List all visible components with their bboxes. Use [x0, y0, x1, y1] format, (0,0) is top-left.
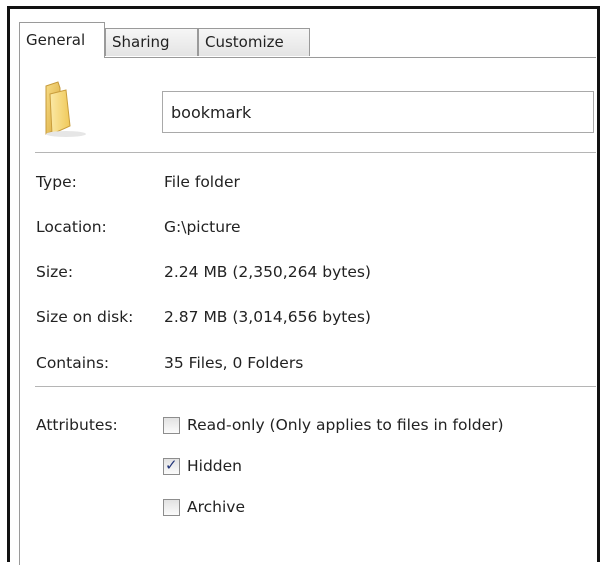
size-on-disk-value: 2.87 MB (3,014,656 bytes)	[164, 308, 371, 326]
archive-checkbox[interactable]: Archive	[163, 496, 245, 518]
checkbox-box[interactable]: ✓	[163, 455, 180, 475]
folder-name-input[interactable]	[162, 91, 594, 133]
contains-value: 35 Files, 0 Folders	[164, 354, 304, 372]
contains-label: Contains:	[36, 354, 110, 372]
archive-label: Archive	[187, 498, 245, 516]
read-only-checkbox[interactable]: Read-only (Only applies to files in fold…	[163, 414, 504, 436]
read-only-label: Read-only (Only applies to files in fold…	[187, 416, 504, 434]
size-on-disk-label: Size on disk:	[36, 308, 134, 326]
tab-sharing[interactable]: Sharing	[105, 28, 198, 56]
separator	[35, 152, 596, 153]
folder-icon	[36, 78, 96, 138]
tab-general[interactable]: General	[19, 22, 105, 58]
location-label: Location:	[36, 218, 107, 236]
checkbox-box[interactable]	[163, 416, 180, 434]
type-value: File folder	[164, 173, 240, 191]
size-value: 2.24 MB (2,350,264 bytes)	[164, 263, 371, 281]
tab-customize[interactable]: Customize	[198, 28, 310, 56]
type-label: Type:	[36, 173, 77, 191]
hidden-label: Hidden	[187, 457, 242, 475]
panel-border-left	[19, 57, 20, 565]
location-value: G:\picture	[164, 218, 241, 236]
checkmark-icon: ✓	[165, 455, 178, 474]
hidden-checkbox[interactable]: ✓ Hidden	[163, 455, 242, 477]
panel-border	[19, 57, 596, 58]
size-label: Size:	[36, 263, 74, 281]
checkbox-box[interactable]	[163, 498, 180, 516]
attributes-label: Attributes:	[36, 416, 118, 434]
separator	[35, 386, 596, 387]
